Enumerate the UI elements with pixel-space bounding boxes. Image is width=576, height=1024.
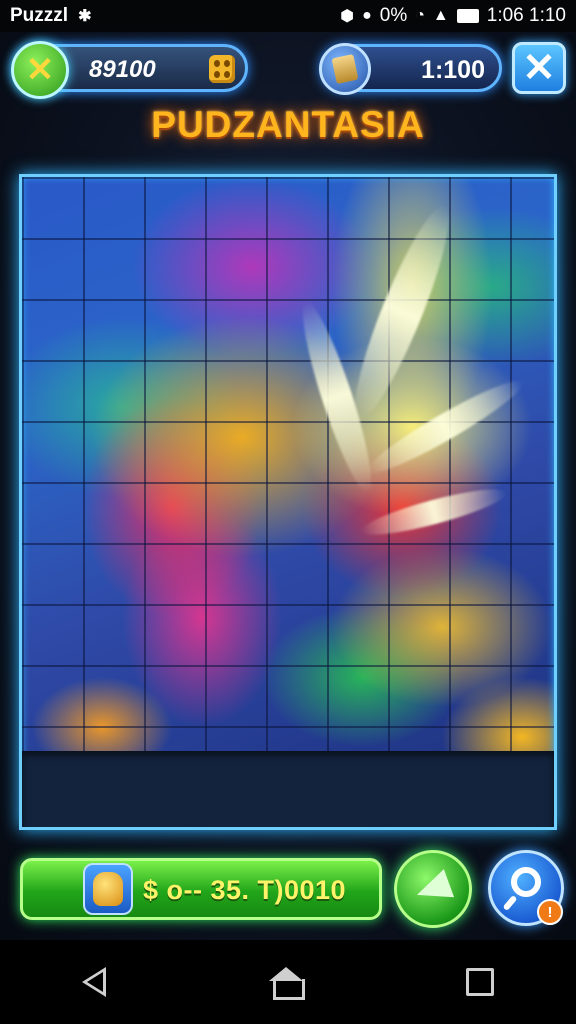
- dice-icon[interactable]: [209, 55, 235, 83]
- magnifier-handle: [502, 894, 518, 912]
- close-button[interactable]: ✕: [512, 42, 566, 94]
- timer-counter: 1:100: [319, 43, 502, 95]
- home-icon[interactable]: [268, 967, 305, 1000]
- battery-saver-icon: ●: [362, 7, 372, 24]
- navigation-bar: [0, 940, 576, 1024]
- arrow-icon: [411, 869, 455, 909]
- battery-percent: 0%: [379, 5, 408, 26]
- hint-badge: !: [537, 899, 563, 925]
- bluetooth-icon: ✱: [78, 8, 92, 25]
- battery-icon: [456, 9, 479, 23]
- clock: 1:06 1:10: [486, 5, 566, 26]
- app-name: Puzzzl: [10, 5, 69, 26]
- game-title: PUDZANTASIA: [151, 104, 425, 145]
- bonus-button[interactable]: $ o-- 35. T)0010: [20, 858, 382, 920]
- coin-counter[interactable]: ✕ 89100: [11, 41, 248, 99]
- coin-value: 89100: [89, 56, 156, 83]
- signal-icon: ▲: [432, 7, 449, 24]
- close-icon: ✕: [522, 46, 556, 90]
- recent-apps-icon[interactable]: [466, 968, 495, 996]
- puzzle-grid[interactable]: [22, 177, 554, 751]
- bonus-value: $ o-- 35. T)0010: [143, 875, 347, 905]
- game-screen: ✕ 89100 1:100 ✕ PUDZANTASIA $ o-- 35. T)…: [0, 32, 576, 940]
- empty-piece-tray[interactable]: [22, 751, 554, 827]
- card-icon: [319, 43, 371, 95]
- status-bar: Puzzzl ✱ ⬢ ● 0% ◔ ▲ 1:06 1:10: [0, 0, 576, 32]
- back-icon[interactable]: [81, 967, 106, 997]
- puzzle-board[interactable]: [19, 174, 557, 830]
- wifi-icon: ◔: [415, 7, 425, 24]
- hint-button[interactable]: !: [488, 850, 564, 926]
- magnifier-icon: [511, 867, 541, 897]
- coin-icon: ✕: [11, 41, 69, 99]
- coin-bag-icon: [83, 863, 133, 915]
- shield-icon: ⬢: [340, 8, 355, 25]
- timer-value: 1:100: [421, 56, 485, 84]
- play-button[interactable]: [394, 850, 472, 928]
